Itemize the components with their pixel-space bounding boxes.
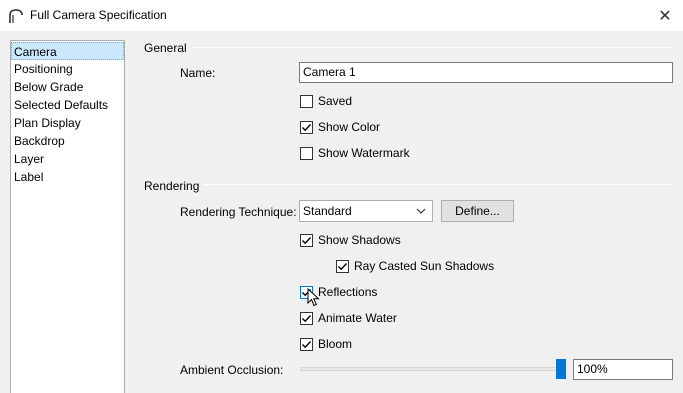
define-button[interactable]: Define...: [441, 200, 514, 222]
close-button[interactable]: ✕: [653, 4, 677, 28]
name-input[interactable]: Camera 1: [299, 62, 673, 83]
rendering-divider: [204, 184, 673, 185]
checkmark-icon: [302, 288, 312, 296]
show-watermark-checkbox[interactable]: [300, 146, 313, 160]
window-title: Full Camera Specification: [30, 8, 167, 22]
show-color-checkbox[interactable]: [300, 120, 313, 134]
ambient-occlusion-slider-thumb[interactable]: [556, 359, 566, 379]
saved-label: Saved: [318, 94, 353, 108]
general-divider: [192, 47, 673, 48]
nav-item-below-grade[interactable]: Below Grade: [11, 78, 124, 96]
bloom-checkbox-row[interactable]: Bloom: [300, 336, 352, 352]
checkmark-icon: [302, 340, 312, 348]
show-watermark-checkbox-row[interactable]: Show Watermark: [300, 145, 410, 161]
general-heading: General: [144, 41, 187, 55]
animate-water-checkbox-row[interactable]: Animate Water: [300, 310, 397, 326]
ray-casted-checkbox-row[interactable]: Ray Casted Sun Shadows: [336, 258, 494, 274]
rendering-technique-value: Standard: [303, 204, 352, 218]
nav-item-camera[interactable]: Camera: [11, 42, 124, 60]
show-shadows-label: Show Shadows: [318, 233, 401, 247]
checkmark-icon: [302, 314, 312, 322]
name-label: Name:: [180, 66, 216, 80]
reflections-checkbox[interactable]: [300, 285, 313, 299]
ambient-occlusion-input[interactable]: 100%: [573, 359, 673, 380]
checkmark-icon: [302, 123, 312, 131]
saved-checkbox[interactable]: [300, 94, 313, 108]
close-icon: ✕: [658, 8, 672, 25]
checkmark-icon: [338, 262, 348, 270]
show-shadows-checkbox[interactable]: [300, 233, 313, 247]
animate-water-checkbox[interactable]: [300, 311, 313, 325]
show-watermark-label: Show Watermark: [318, 146, 410, 160]
rendering-technique-select[interactable]: Standard: [299, 200, 433, 222]
rendering-heading: Rendering: [144, 179, 200, 193]
nav-item-positioning[interactable]: Positioning: [11, 60, 124, 78]
ray-casted-label: Ray Casted Sun Shadows: [354, 259, 495, 273]
saved-checkbox-row[interactable]: Saved: [300, 93, 352, 109]
nav-item-backdrop[interactable]: Backdrop: [11, 132, 124, 150]
show-color-checkbox-row[interactable]: Show Color: [300, 119, 380, 135]
nav-item-selected-defaults[interactable]: Selected Defaults: [11, 96, 124, 114]
animate-water-label: Animate Water: [318, 311, 397, 325]
camera-arch-icon: [8, 8, 24, 24]
reflections-label: Reflections: [318, 285, 378, 299]
reflections-checkbox-row[interactable]: Reflections: [300, 284, 377, 300]
nav-item-label[interactable]: Label: [11, 168, 124, 186]
ambient-occlusion-label: Ambient Occlusion:: [180, 363, 284, 377]
category-list[interactable]: Camera Positioning Below Grade Selected …: [10, 40, 125, 393]
show-color-label: Show Color: [318, 120, 381, 134]
rendering-technique-label: Rendering Technique:: [180, 205, 297, 219]
show-shadows-checkbox-row[interactable]: Show Shadows: [300, 232, 401, 248]
ambient-occlusion-slider-track[interactable]: [300, 367, 566, 371]
ray-casted-checkbox[interactable]: [336, 259, 349, 273]
title-bar: Full Camera Specification ✕: [0, 0, 683, 32]
nav-item-layer[interactable]: Layer: [11, 150, 124, 168]
nav-item-plan-display[interactable]: Plan Display: [11, 114, 124, 132]
chevron-down-icon: [415, 201, 427, 221]
bloom-checkbox[interactable]: [300, 337, 313, 351]
bloom-label: Bloom: [318, 337, 353, 351]
checkmark-icon: [302, 236, 312, 244]
